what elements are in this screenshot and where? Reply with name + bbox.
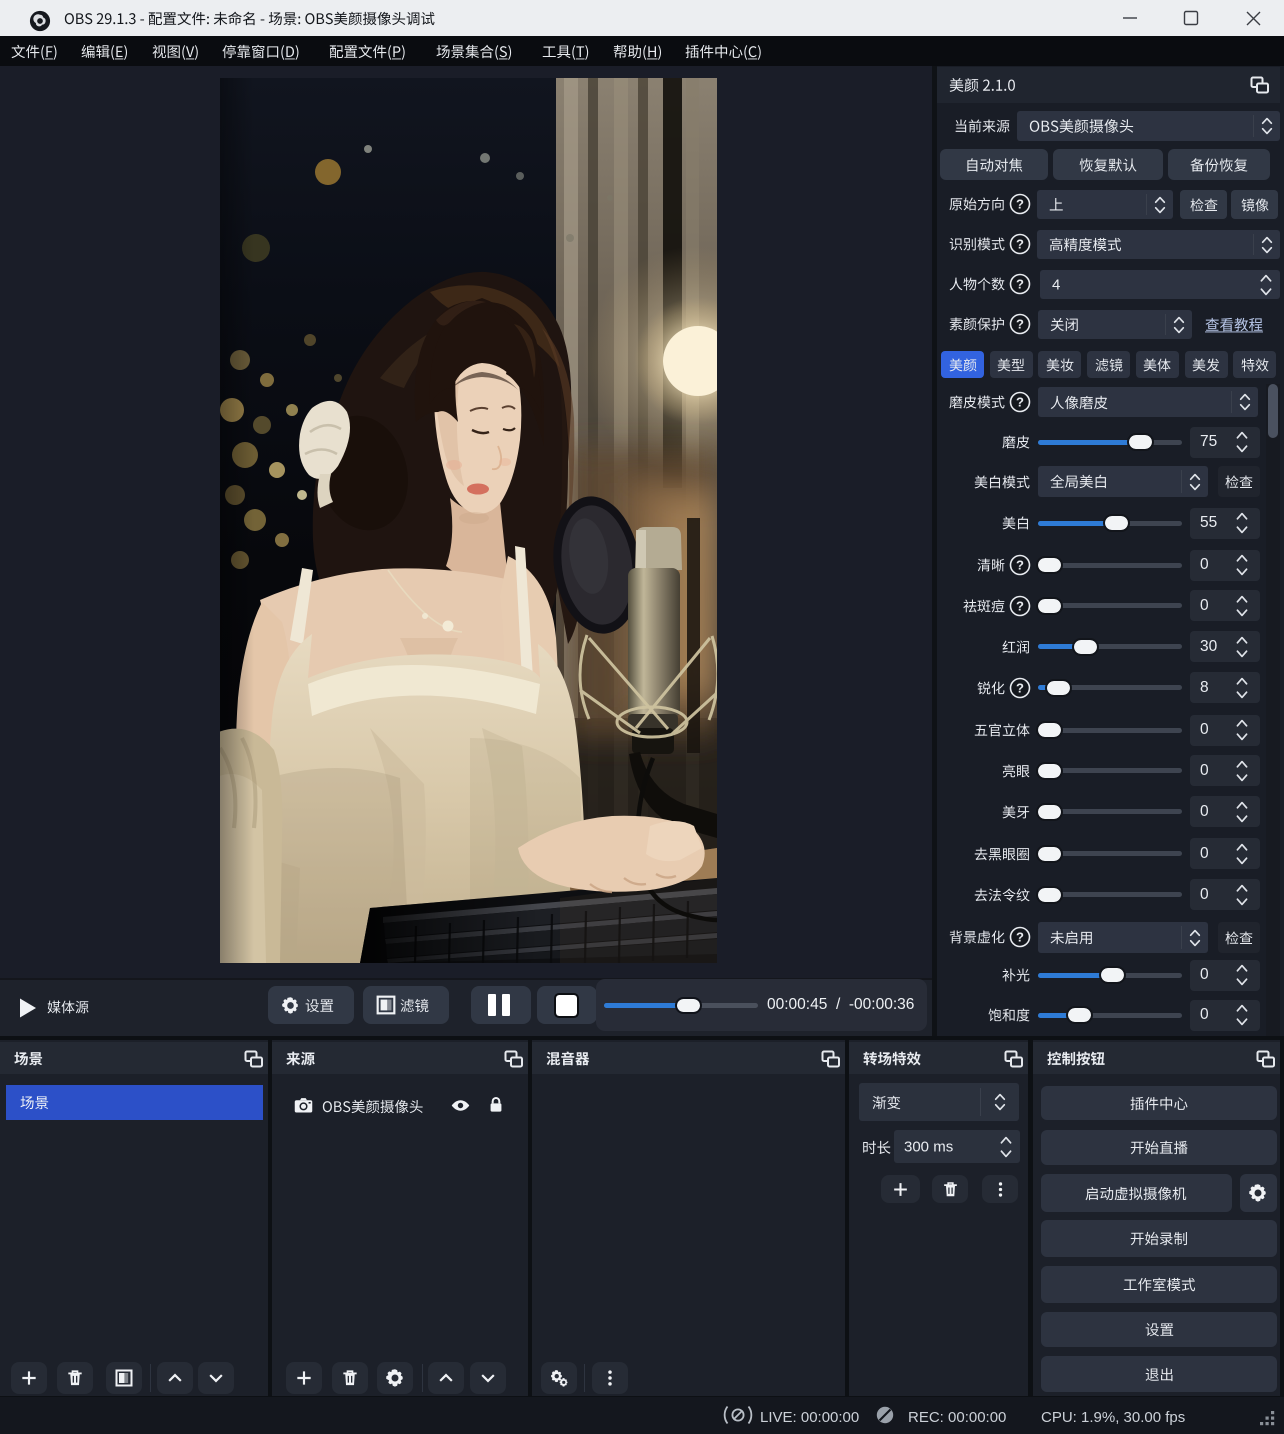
svg-text:?: ? (1016, 197, 1024, 212)
svg-text:?: ? (1016, 277, 1024, 292)
svg-text:?: ? (1016, 558, 1024, 573)
svg-text:?: ? (1016, 395, 1024, 410)
svg-text:?: ? (1016, 680, 1024, 695)
svg-text:?: ? (1016, 317, 1024, 332)
svg-text:?: ? (1016, 598, 1024, 613)
svg-text:?: ? (1016, 237, 1024, 252)
svg-text:?: ? (1016, 930, 1024, 945)
